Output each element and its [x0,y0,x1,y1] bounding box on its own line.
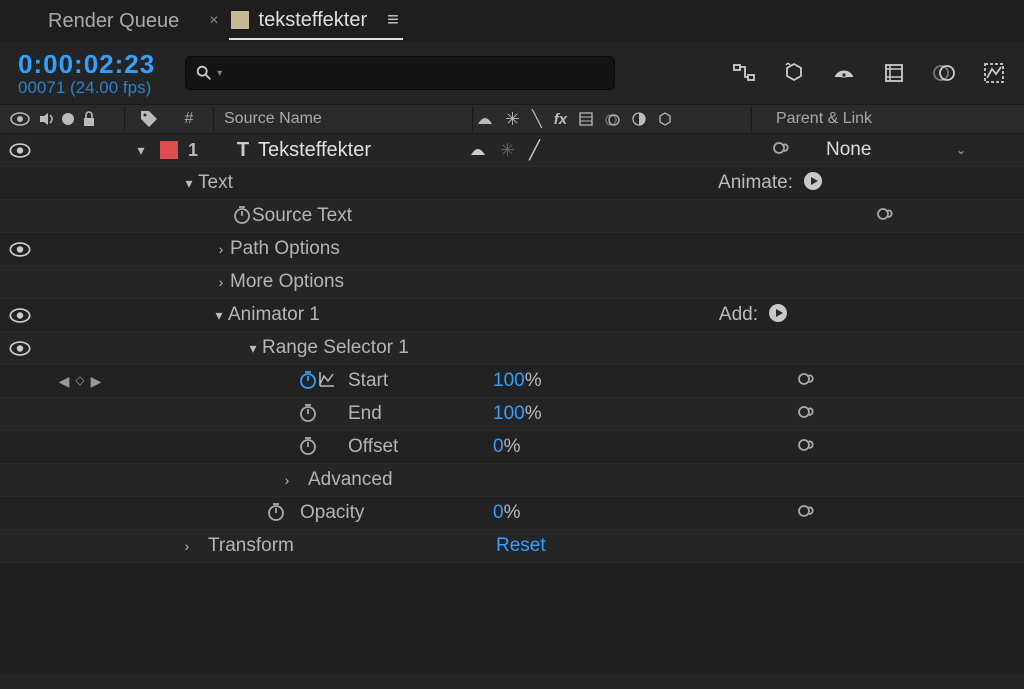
pickwhip-icon[interactable] [797,368,819,395]
frame-blend-icon[interactable] [882,61,906,85]
stopwatch-icon[interactable] [266,501,286,526]
chevron-right-icon[interactable]: › [212,274,230,290]
group-advanced[interactable]: Advanced [308,469,393,491]
prop-opacity-value[interactable]: 0% [493,502,520,523]
text-layer-icon: T [228,139,258,162]
asterisk-icon: ✳ [505,109,520,130]
comp-swatch-icon [231,11,249,29]
close-icon[interactable]: × [199,12,228,30]
group-more-options[interactable]: More Options [230,271,344,293]
pickwhip-icon[interactable] [876,203,898,230]
chevron-right-icon[interactable]: › [278,472,296,488]
graph-icon[interactable] [318,370,336,393]
quality-icon: ╲ [532,109,542,129]
group-text[interactable]: Text [198,172,233,194]
parent-value: None [826,139,871,161]
collapse-switch[interactable]: ✳ [500,140,515,161]
transform-reset-button[interactable]: Reset [496,535,546,556]
prop-offset-value[interactable]: 0% [493,436,520,457]
layer-label-swatch[interactable] [160,141,178,159]
frame-blend-col-icon [579,112,593,126]
stopwatch-icon[interactable] [298,369,318,394]
graph-editor-icon[interactable] [982,61,1006,85]
prop-source-text[interactable]: Source Text [252,205,352,227]
comp-mini-flowchart-icon[interactable] [732,61,756,85]
visibility-toggle[interactable] [9,341,31,356]
layer-name[interactable]: Teksteffekter [258,139,470,162]
3d-layer-icon [658,112,672,126]
chevron-right-icon[interactable]: › [212,241,230,257]
label-icon[interactable] [139,109,159,129]
fx-icon: fx [554,111,567,128]
eye-icon [10,112,30,126]
chevron-down-icon[interactable]: ▾ [244,340,262,357]
stopwatch-icon[interactable] [298,402,318,427]
add-menu-button[interactable] [768,303,788,328]
stopwatch-icon[interactable] [298,435,318,460]
chevron-right-icon[interactable]: › [178,538,196,554]
keyframe-nav[interactable]: ◀◇▶ [40,373,120,390]
chevron-down-icon[interactable]: ▾ [180,175,198,192]
draft-3d-icon[interactable] [782,61,806,85]
animate-label: Animate: [718,172,793,194]
tab-label: Render Queue [48,10,179,33]
tab-composition[interactable]: teksteffekter ≡ [229,3,403,40]
timeline-search-input[interactable]: ▾ [185,56,615,90]
motion-blur-icon[interactable] [932,61,956,85]
group-path-options[interactable]: Path Options [230,238,340,260]
speaker-icon [38,111,54,127]
pickwhip-icon[interactable] [772,137,794,164]
chevron-down-icon: ▾ [217,68,222,79]
prop-opacity[interactable]: Opacity [300,502,493,524]
column-parent-header[interactable]: Parent & Link [756,110,872,128]
panel-menu-icon[interactable]: ≡ [387,9,401,32]
group-range-selector[interactable]: Range Selector 1 [262,337,409,359]
parent-dropdown[interactable]: None ⌄ [818,139,978,161]
add-label: Add: [719,304,758,326]
column-source-name-header[interactable]: Source Name [218,110,468,128]
chevron-down-icon[interactable]: ▾ [210,307,228,324]
pickwhip-icon[interactable] [797,500,819,527]
prop-offset[interactable]: Offset [348,436,493,458]
group-animator[interactable]: Animator 1 [228,304,320,326]
chevron-down-icon: ⌄ [956,143,978,157]
pickwhip-icon[interactable] [797,434,819,461]
shy-layers-icon[interactable] [832,61,856,85]
timecode-subtitle: 00071 (24.00 fps) [18,78,155,98]
prop-end[interactable]: End [348,403,493,425]
solo-icon [62,113,74,125]
pickwhip-icon[interactable] [797,401,819,428]
prop-start[interactable]: Start [348,370,493,392]
quality-switch[interactable]: ╱ [529,140,540,161]
shy-switch[interactable] [470,143,486,157]
tab-render-queue[interactable]: Render Queue [48,10,179,33]
chevron-down-icon[interactable]: ▾ [132,142,150,159]
adjustment-icon [632,112,646,126]
shy-icon [477,112,493,126]
motion-blur-col-icon [605,112,620,127]
prop-end-value[interactable]: 100% [493,403,542,424]
tab-label: teksteffekter [259,9,368,32]
search-icon [195,64,213,82]
visibility-toggle[interactable] [9,242,31,257]
lock-icon [82,111,96,127]
timecode[interactable]: 0:00:02:23 [18,49,155,80]
prop-start-value[interactable]: 100% [493,370,542,391]
layer-visibility-toggle[interactable] [9,143,31,158]
visibility-toggle[interactable] [9,308,31,323]
stopwatch-icon[interactable] [232,204,252,229]
layer-index: 1 [178,140,208,161]
column-number-header[interactable]: # [169,110,209,128]
group-transform[interactable]: Transform [208,535,496,557]
animate-menu-button[interactable] [803,171,823,196]
